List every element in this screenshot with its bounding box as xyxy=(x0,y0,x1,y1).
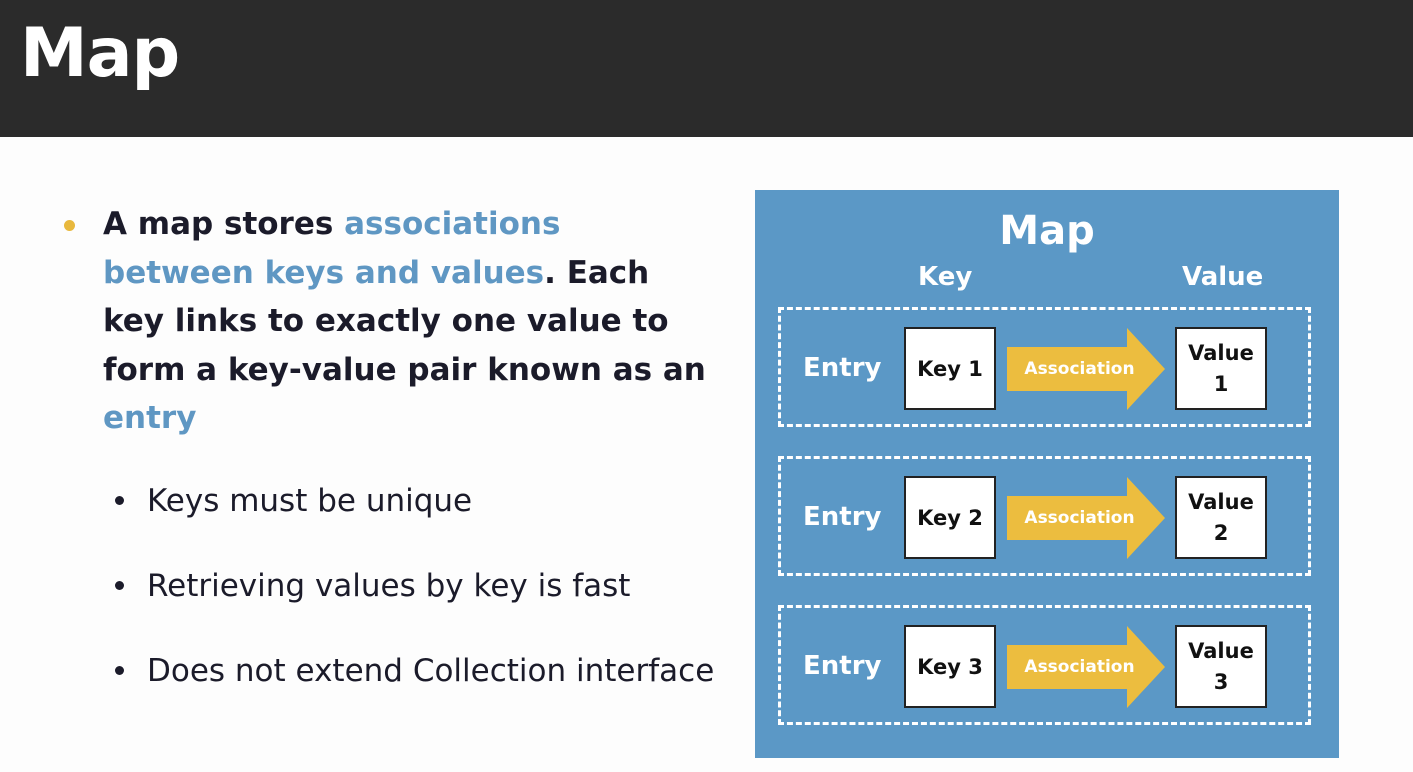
value-number: 3 xyxy=(1213,669,1229,694)
association-label: Association xyxy=(1024,657,1135,677)
slide-title: Map xyxy=(20,14,180,93)
sub-bullet: Retrieving values by key is fast xyxy=(112,562,720,610)
value-label: Value xyxy=(1188,340,1254,365)
sub-bullet-dot xyxy=(115,665,124,675)
value-box: Value 3 xyxy=(1175,625,1267,708)
sub-bullet-dot xyxy=(115,580,124,590)
entry-label: Entry xyxy=(803,502,882,532)
bullet-dot xyxy=(64,220,75,231)
entry-row: Entry Key 2 Association Value 2 xyxy=(778,456,1311,576)
value-number: 2 xyxy=(1213,520,1229,545)
sub-bullet-dot xyxy=(115,495,124,505)
value-box: Value 1 xyxy=(1175,327,1267,410)
value-number: 1 xyxy=(1213,371,1229,396)
key-box: Key 1 xyxy=(904,327,996,410)
sub-bullet: Keys must be unique xyxy=(112,477,720,525)
value-box: Value 2 xyxy=(1175,476,1267,559)
sub-bullet-text: Retrieving values by key is fast xyxy=(147,567,631,604)
entry-label: Entry xyxy=(803,651,882,681)
highlight-entry: entry xyxy=(103,400,197,436)
value-column-header: Value xyxy=(1182,262,1264,292)
value-label: Value xyxy=(1188,638,1254,663)
title-bar: Map xyxy=(0,0,1413,137)
sub-bullet-list: Keys must be unique Retrieving values by… xyxy=(60,477,720,695)
sub-bullet-text: Keys must be unique xyxy=(147,482,473,519)
map-diagram: Map Key Value Entry Key 1 Association Va… xyxy=(755,190,1339,758)
main-bullet-text: A map stores associations between keys a… xyxy=(103,200,720,443)
key-box: Key 3 xyxy=(904,625,996,708)
key-box: Key 2 xyxy=(904,476,996,559)
main-text-part-1: A map stores xyxy=(103,206,345,242)
main-bullet: A map stores associations between keys a… xyxy=(60,200,720,443)
entry-label: Entry xyxy=(803,353,882,383)
sub-bullet: Does not extend Collection interface xyxy=(112,647,720,695)
key-column-header: Key xyxy=(918,262,973,292)
sub-bullet-text: Does not extend Collection interface xyxy=(147,652,715,689)
entry-row: Entry Key 1 Association Value 1 xyxy=(778,307,1311,427)
value-label: Value xyxy=(1188,489,1254,514)
entry-row: Entry Key 3 Association Value 3 xyxy=(778,605,1311,725)
association-label: Association xyxy=(1024,508,1135,528)
association-label: Association xyxy=(1024,359,1135,379)
bullet-list: A map stores associations between keys a… xyxy=(60,200,720,732)
diagram-title: Map xyxy=(999,208,1095,254)
